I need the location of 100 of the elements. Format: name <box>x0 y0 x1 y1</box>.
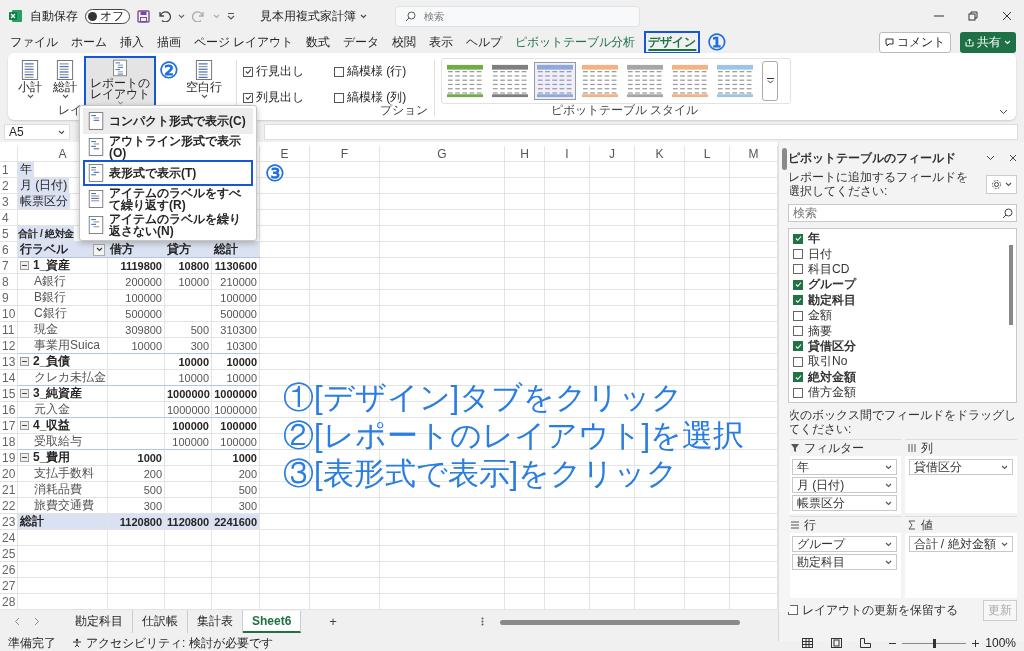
name-box[interactable]: A5 <box>4 124 70 140</box>
collapse-icon[interactable] <box>20 453 29 462</box>
ribbon-tab[interactable]: 挿入 <box>116 31 148 54</box>
ribbon-tab[interactable]: ホーム <box>67 31 111 54</box>
ribbon-button[interactable]: 小計 <box>14 56 46 108</box>
row-header[interactable]: 10 <box>0 306 18 321</box>
table-style-thumbnail[interactable] <box>669 62 711 100</box>
menu-item[interactable]: アウトライン形式で表示(O) <box>83 134 253 160</box>
share-button[interactable]: 共有 <box>960 32 1016 53</box>
accessibility-icon[interactable] <box>72 638 82 648</box>
drop-area[interactable]: 貸借区分 <box>904 456 1017 514</box>
field-checkbox[interactable]: 貸借区分 <box>793 338 1016 355</box>
field-checkbox[interactable]: 借方金額 <box>793 384 1016 401</box>
row-header[interactable]: 16 <box>0 402 18 417</box>
column-header[interactable]: I <box>565 146 569 161</box>
field-checkbox[interactable]: 絶対金額 <box>793 369 1016 385</box>
page-break-icon[interactable] <box>860 638 872 648</box>
previous-sheet-icon[interactable] <box>14 617 20 626</box>
field-checkbox[interactable]: 勘定科目 <box>793 292 1016 308</box>
menu-item[interactable]: コンパクト形式で表示(C) <box>83 108 253 134</box>
row-header[interactable]: 26 <box>0 562 18 577</box>
ribbon-tab[interactable]: 描画 <box>153 31 185 54</box>
checkbox[interactable]: 列見出し <box>243 89 326 106</box>
tools-button[interactable] <box>986 174 1017 194</box>
drop-area[interactable]: グループ 勘定科目 <box>788 533 901 599</box>
more-styles-button[interactable] <box>762 61 778 101</box>
search-field[interactable]: 検索 <box>395 5 640 27</box>
close-icon[interactable] <box>1002 11 1012 21</box>
close-icon[interactable] <box>1009 154 1017 162</box>
area-field-dropdown[interactable]: グループ <box>792 536 897 553</box>
row-header[interactable]: 15 <box>0 386 18 401</box>
search-field[interactable]: 検索 <box>788 204 1017 222</box>
checkbox[interactable]: レイアウトの更新を保留する <box>788 601 958 619</box>
column-header[interactable]: J <box>609 146 615 161</box>
collapse-icon[interactable] <box>20 421 29 430</box>
table-style-thumbnail[interactable] <box>489 62 531 100</box>
ribbon-tab[interactable]: 表示 <box>425 31 458 54</box>
row-header[interactable]: 21 <box>0 482 18 497</box>
comment-button[interactable]: コメント <box>879 32 951 53</box>
customize-icon[interactable] <box>227 12 235 20</box>
column-header[interactable]: A <box>58 146 67 161</box>
drop-area[interactable]: 年 月 (日付) 帳票区分 <box>788 456 901 515</box>
filter-dropdown-button[interactable] <box>93 243 105 256</box>
row-header[interactable]: 22 <box>0 498 18 513</box>
field-checkbox[interactable]: 日付 <box>793 246 1016 262</box>
table-style-thumbnail[interactable] <box>444 62 486 100</box>
collapse-icon[interactable] <box>20 357 29 366</box>
autosave-toggle[interactable]: オフ <box>85 8 130 24</box>
collapse-ribbon-icon[interactable] <box>999 109 1008 115</box>
field-checkbox[interactable]: グループ <box>793 277 1016 293</box>
row-header[interactable]: 27 <box>0 578 18 593</box>
collapse-icon[interactable] <box>20 261 29 270</box>
save-icon[interactable] <box>137 9 150 23</box>
field-checkbox[interactable]: 摘要 <box>793 323 1016 339</box>
restore-icon[interactable] <box>968 11 978 21</box>
sheet-tab[interactable]: 仕訳帳 <box>133 610 188 633</box>
row-header[interactable]: 25 <box>0 546 18 561</box>
normal-view-icon[interactable] <box>802 638 814 648</box>
excel-icon[interactable] <box>9 9 23 23</box>
area-field-dropdown[interactable]: 帳票区分 <box>792 495 897 512</box>
field-checkbox[interactable]: 年 <box>793 231 1016 247</box>
column-header[interactable]: G <box>437 146 447 161</box>
ribbon-button[interactable]: 空白行 <box>182 56 226 108</box>
field-checkbox[interactable]: 取引No <box>793 354 1016 370</box>
table-style-thumbnail[interactable] <box>579 62 621 100</box>
table-style-thumbnail[interactable] <box>624 62 666 100</box>
drop-area[interactable]: 合計 / 絶対金額 <box>904 533 1017 599</box>
vertical-scrollbar[interactable] <box>778 142 790 612</box>
row-header[interactable]: 28 <box>0 594 18 609</box>
chevron-icon[interactable] <box>986 155 995 161</box>
row-header[interactable]: 18 <box>0 434 18 449</box>
zoom-in-icon[interactable] <box>972 639 980 647</box>
row-header[interactable]: 24 <box>0 530 18 545</box>
next-sheet-icon[interactable] <box>34 617 40 626</box>
table-style-thumbnail[interactable] <box>714 62 756 100</box>
row-header[interactable]: 12 <box>0 338 18 353</box>
accessibility-status[interactable]: アクセシビリティ: 検討が必要です <box>86 634 273 651</box>
ribbon-tab[interactable]: ピボットテーブル分析 <box>511 31 640 54</box>
row-header[interactable]: 8 <box>0 274 18 289</box>
checkbox[interactable]: 行見出し <box>243 63 326 80</box>
sheet-tab[interactable]: 勘定科目 <box>66 610 133 633</box>
document-title[interactable]: 見本用複式家計簿 <box>260 7 356 25</box>
column-header[interactable]: E <box>280 146 289 161</box>
area-field-dropdown[interactable]: 年 <box>792 459 897 476</box>
row-header[interactable]: 4 <box>0 210 18 225</box>
ribbon-tab[interactable]: 数式 <box>302 31 335 54</box>
row-header[interactable]: 13 <box>0 354 18 369</box>
column-header[interactable]: K <box>655 146 664 161</box>
ribbon-tab[interactable]: ヘルプ <box>462 31 507 54</box>
field-checkbox[interactable]: 金額 <box>793 307 1016 324</box>
row-header[interactable]: 9 <box>0 290 18 305</box>
more-icon[interactable] <box>481 617 484 626</box>
area-field-dropdown[interactable]: 貸借区分 <box>908 459 1013 476</box>
undo-icon[interactable] <box>157 10 171 22</box>
checkbox[interactable]: 縞模様 (行) <box>333 63 428 80</box>
row-header[interactable]: 19 <box>0 450 18 465</box>
style-gallery[interactable] <box>441 58 791 104</box>
ribbon-tab[interactable]: ファイル <box>6 31 62 54</box>
column-header[interactable]: F <box>340 146 349 161</box>
area-field-dropdown[interactable]: 勘定科目 <box>792 554 897 571</box>
